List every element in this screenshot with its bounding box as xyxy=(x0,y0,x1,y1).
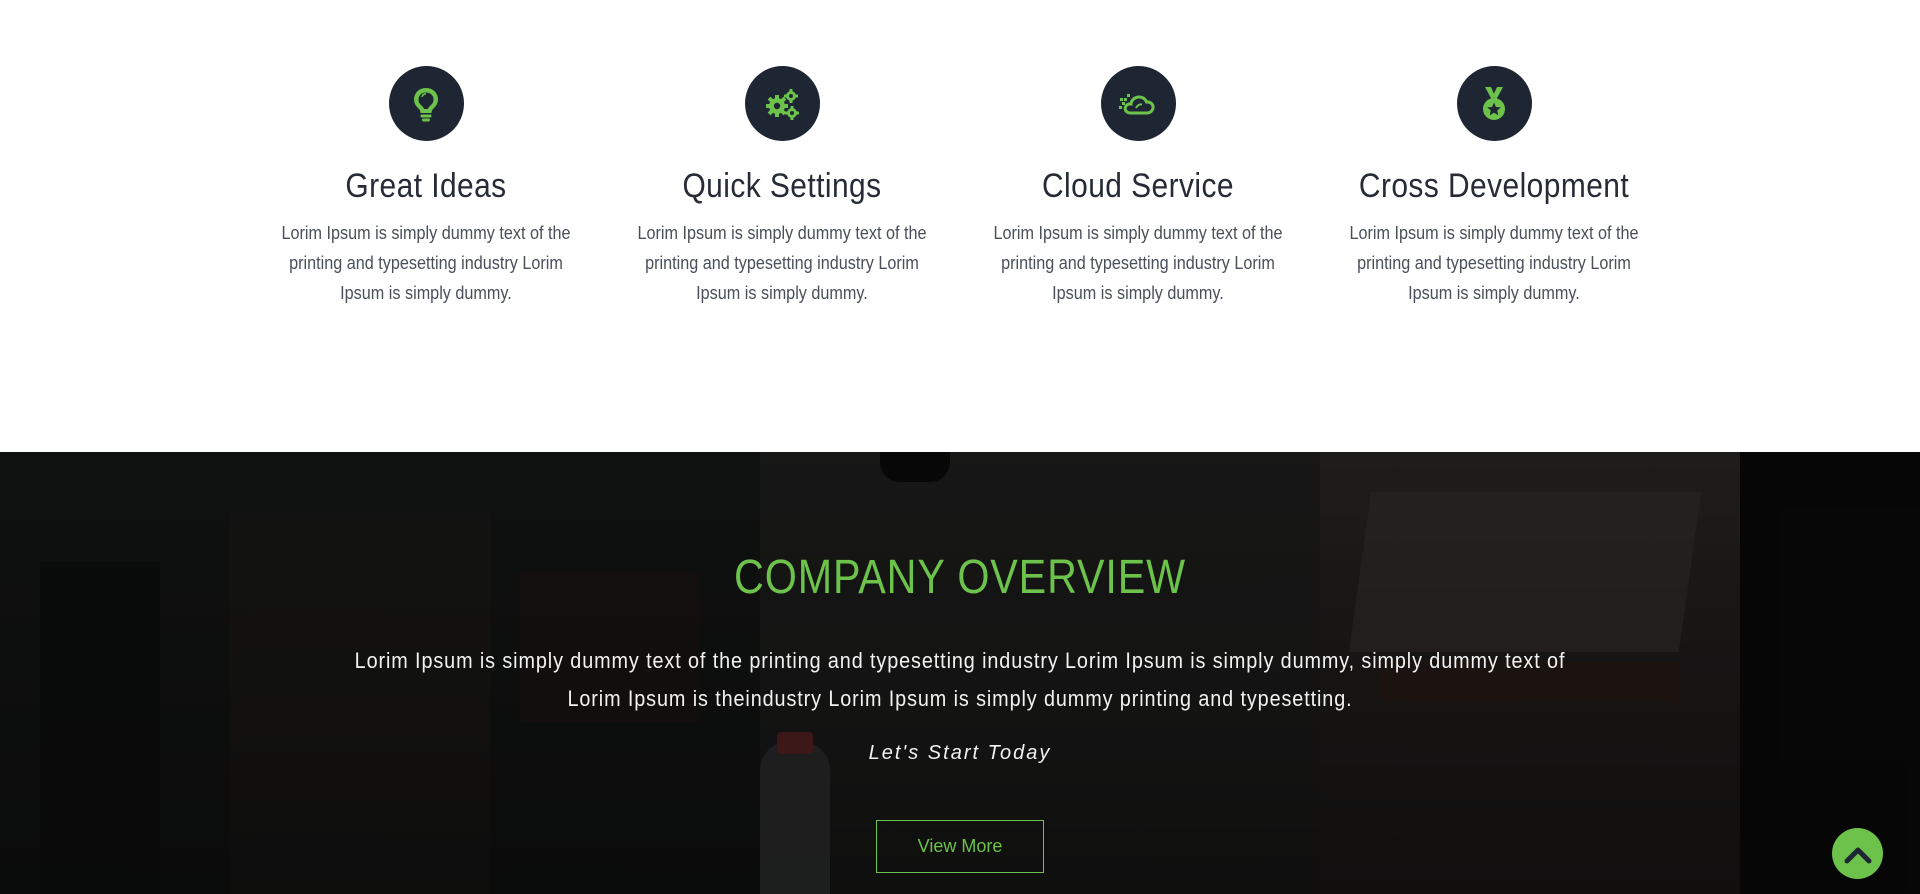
chevron-up-icon xyxy=(1844,847,1871,863)
cloud-icon xyxy=(1100,66,1176,141)
lightbulb-icon xyxy=(388,66,464,141)
medal-icon xyxy=(1456,66,1532,141)
feature-description: Lorim Ipsum is simply dummy text of the … xyxy=(637,223,927,303)
gears-icon xyxy=(744,66,820,141)
features-section: Great Ideas Lorim Ipsum is simply dummy … xyxy=(0,0,1920,452)
company-overview-section: COMPANY OVERVIEW Lorim Ipsum is simply d… xyxy=(0,452,1920,894)
feature-title: Great Ideas xyxy=(345,167,507,205)
feature-cross-development: Cross Development Lorim Ipsum is simply … xyxy=(1329,66,1659,308)
feature-title: Cross Development xyxy=(1358,167,1630,205)
view-more-button[interactable]: View More xyxy=(876,820,1044,873)
overview-content: COMPANY OVERVIEW Lorim Ipsum is simply d… xyxy=(0,452,1920,894)
feature-title: Cloud Service xyxy=(1042,167,1234,205)
overview-description: Lorim Ipsum is simply dummy text of the … xyxy=(354,648,1566,711)
feature-description: Lorim Ipsum is simply dummy text of the … xyxy=(993,223,1283,303)
scroll-to-top-button[interactable] xyxy=(1832,828,1883,879)
feature-title: Quick Settings xyxy=(682,167,882,205)
feature-great-ideas: Great Ideas Lorim Ipsum is simply dummy … xyxy=(261,66,591,308)
feature-quick-settings: Quick Settings Lorim Ipsum is simply dum… xyxy=(617,66,947,308)
feature-description: Lorim Ipsum is simply dummy text of the … xyxy=(281,223,571,303)
overview-tagline: Let's Start Today xyxy=(868,742,1052,764)
overview-title: COMPANY OVERVIEW xyxy=(734,551,1186,604)
feature-cloud-service: Cloud Service Lorim Ipsum is simply dumm… xyxy=(973,66,1303,308)
feature-description: Lorim Ipsum is simply dummy text of the … xyxy=(1349,223,1639,303)
